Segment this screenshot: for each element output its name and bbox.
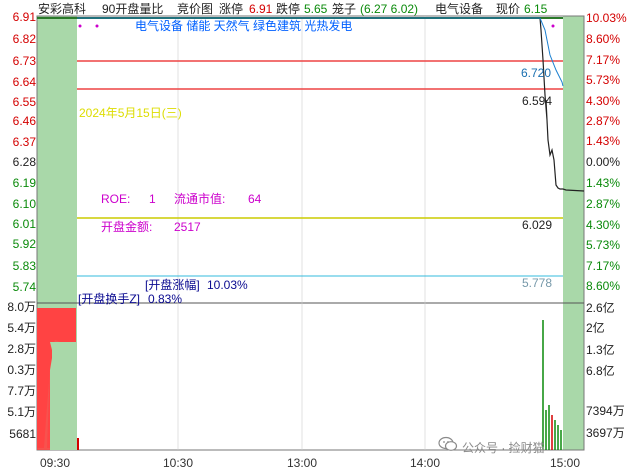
left-volume-tick: 7.7万 [7, 384, 36, 398]
right-pct-tick: 1.43% [586, 134, 621, 148]
cage-value: (6.27 6.02) [360, 2, 419, 16]
limit-down-value: 5.65 [304, 2, 328, 16]
open-turnover-value: 0.83% [148, 292, 183, 306]
time-tick: 09:30 [40, 456, 71, 470]
float-cap-label: 流通市值: [174, 192, 226, 206]
left-price-tick: 5.74 [12, 280, 36, 294]
right-amount-tick: 1.3亿 [586, 343, 615, 357]
sector-label: 电气设备 [435, 2, 484, 16]
time-tick: 14:00 [410, 456, 441, 470]
left-volume-tick: 5.1万 [7, 405, 36, 419]
right-amount-tick: 6.8亿 [586, 364, 615, 378]
time-tick: 15:00 [550, 456, 581, 470]
current-price-label: 现价 [496, 2, 521, 16]
limit-up-value: 6.91 [249, 2, 273, 16]
left-price-tick: 6.19 [12, 176, 36, 190]
right-pct-tick: 2.87% [586, 114, 621, 128]
left-price-tick: 6.01 [12, 217, 36, 231]
right-amount-tick: 7394万 [586, 404, 625, 418]
right-pct-tick: 5.73% [586, 73, 621, 87]
right-pct-tick: 8.60% [586, 32, 621, 46]
left-price-tick: 6.55 [12, 95, 36, 109]
watermark-text: 公众号 · 捡财猫 [462, 441, 545, 455]
open-ratio-label: 90开盘量比 [102, 2, 164, 16]
auction-label: 竞价图 [177, 2, 214, 16]
left-price-tick: 6.91 [12, 10, 36, 24]
left-price-tick: 5.92 [12, 237, 36, 251]
roe-label: ROE: [101, 192, 131, 206]
left-price-tick: 6.64 [12, 75, 36, 89]
open-amount-label: 开盘金额: [101, 220, 153, 234]
concept-tags: 电气设备 储能 天然气 绿色建筑 光热发电 [135, 19, 353, 33]
left-volume-tick: 5681 [9, 427, 36, 441]
left-volume-tick: 8.0万 [7, 300, 36, 314]
open-turnover-label: [开盘换手Z] [78, 292, 140, 306]
price-line [77, 17, 585, 192]
preopen-volume-gap [50, 342, 77, 450]
right-amount-tick: 2亿 [586, 321, 605, 335]
right-pct-tick: 5.73% [586, 238, 621, 252]
limit-down-label: 跌停 [276, 2, 301, 16]
open-change-label: [开盘涨幅] [145, 278, 200, 292]
right-pct-tick: 8.60% [586, 279, 621, 293]
left-volume-tick: 0.3万 [7, 363, 36, 377]
left-price-tick: 6.37 [12, 135, 36, 149]
time-tick: 10:30 [163, 456, 194, 470]
auction-chart-panel: 安彩高科 90开盘量比 竞价图 涨停 6.91 跌停 5.65 笼子 (6.27… [0, 0, 636, 473]
open-change-value: 10.03% [207, 278, 248, 292]
right-amount-tick: 2.6亿 [586, 301, 615, 315]
left-price-tick: 6.82 [12, 32, 36, 46]
left-price-tick: 6.10 [12, 197, 36, 211]
time-tick: 13:00 [287, 456, 318, 470]
left-price-tick: 6.73 [12, 54, 36, 68]
left-price-tick: 5.83 [12, 259, 36, 273]
wechat-icon [438, 436, 458, 451]
right-pct-tick: 1.43% [586, 176, 621, 190]
left-volume-tick: 2.8万 [7, 342, 36, 356]
float-cap-value: 64 [248, 192, 262, 206]
right-close-panel [563, 16, 584, 450]
stock-name: 安彩高科 [38, 2, 87, 16]
price-mark-lower: 6.029 [522, 218, 553, 232]
right-amount-tick: 3697万 [586, 426, 625, 440]
right-pct-tick: 7.17% [586, 53, 621, 67]
left-price-tick: 6.46 [12, 114, 36, 128]
left-volume-tick: 5.4万 [7, 321, 36, 335]
auction-marker-dot [551, 24, 555, 28]
date-overlay: 2024年5月15日(三) [79, 106, 182, 120]
right-pct-tick: 10.03% [586, 11, 627, 25]
cage-label: 笼子 [332, 2, 357, 16]
limit-up-label: 涨停 [219, 2, 244, 16]
current-price-value: 6.15 [524, 2, 548, 16]
auction-marker-dot [95, 24, 99, 28]
auction-marker-dot [78, 24, 82, 28]
right-pct-tick: 2.87% [586, 197, 621, 211]
right-pct-tick: 0.00% [586, 155, 621, 169]
price-mark-bottom: 5.778 [522, 276, 553, 290]
right-pct-tick: 4.30% [586, 218, 621, 232]
right-pct-tick: 7.17% [586, 259, 621, 273]
price-mark-mid: 6.594 [522, 94, 553, 108]
roe-value: 1 [149, 192, 156, 206]
open-amount-value: 2517 [174, 220, 201, 234]
left-price-tick: 6.28 [12, 155, 36, 169]
price-mark-upper: 6.720 [521, 66, 552, 80]
right-pct-tick: 4.30% [586, 94, 621, 108]
